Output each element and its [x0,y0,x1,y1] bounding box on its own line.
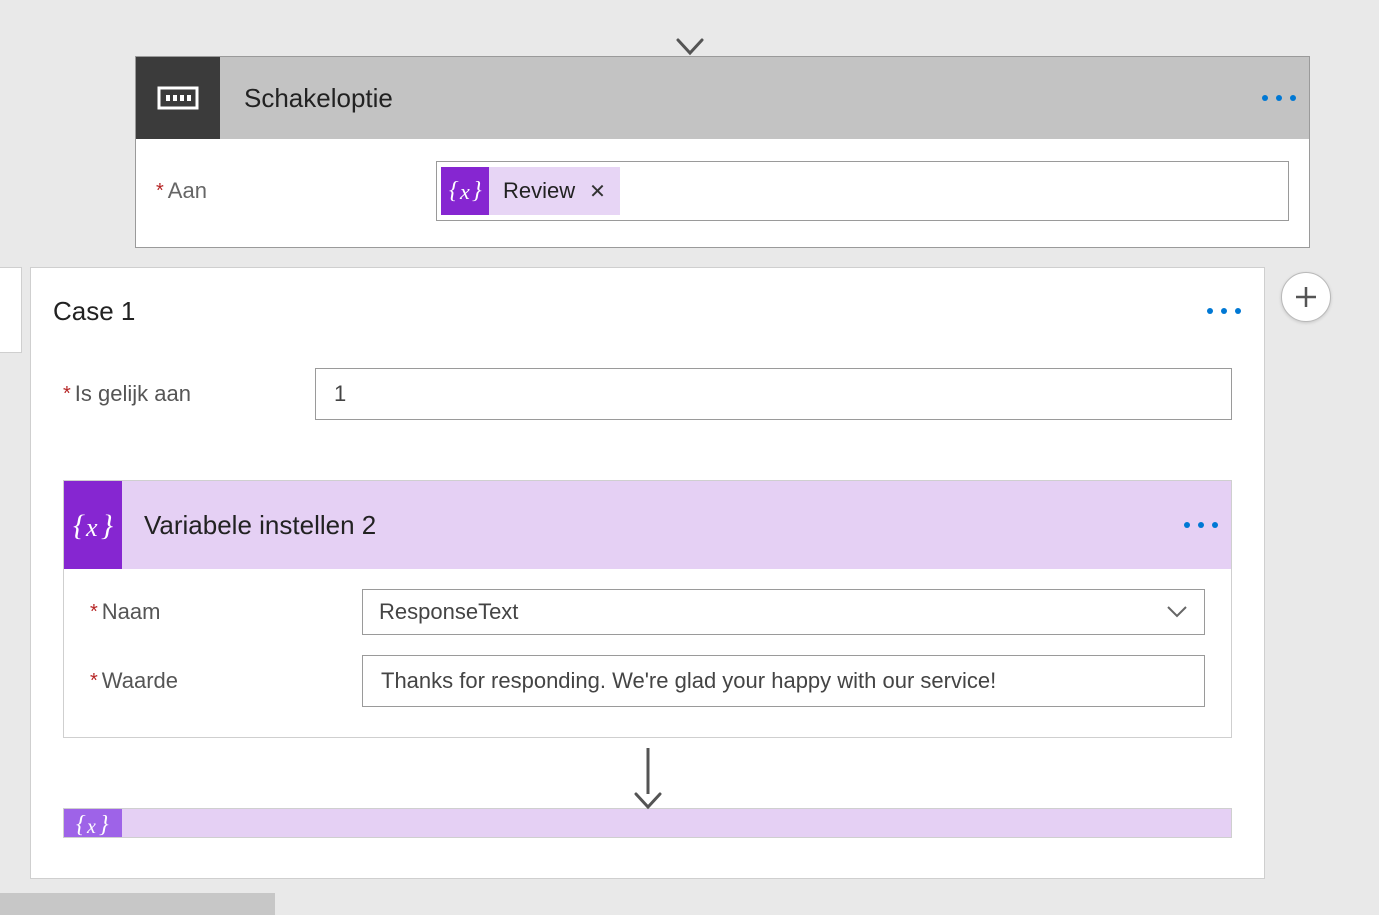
switch-on-input[interactable]: {x} Review ✕ [436,161,1289,221]
case-card: Case 1 * Is gelijk aan {x} Variabele ins… [30,267,1265,879]
case-equals-value[interactable] [332,380,1215,408]
previous-case-sliver[interactable] [0,267,22,353]
required-star-icon: * [90,670,98,693]
token-review[interactable]: {x} Review ✕ [441,167,620,215]
chevron-down-icon [1166,599,1188,625]
case-equals-input[interactable] [315,368,1232,420]
switch-icon [136,57,220,139]
add-case-button[interactable] [1281,272,1331,322]
svg-text:{: { [73,509,85,542]
required-star-icon: * [156,180,164,203]
required-star-icon: * [90,601,98,624]
var-name-select[interactable]: ResponseText [362,589,1205,635]
case-equals-label: Is gelijk aan [75,381,191,407]
required-star-icon: * [63,383,71,406]
variable-fx-icon: {x} [64,809,122,837]
svg-text:x: x [86,816,96,836]
token-label: Review [489,178,589,204]
switch-more-menu[interactable] [1249,95,1309,101]
var-value-input[interactable] [362,655,1205,707]
set-variable-card: {x} Variabele instellen 2 * Naam Respons… [63,480,1232,738]
svg-text:}: } [99,812,109,836]
svg-text:x: x [459,179,470,204]
set-variable-header[interactable]: {x} Variabele instellen 2 [64,481,1231,569]
var-name-label: Naam [102,599,161,625]
svg-text:{: { [76,812,86,836]
switch-action-card: Schakeloptie * Aan {x} Review ✕ [135,56,1310,248]
svg-text:}: } [472,178,482,204]
flow-arrow-mid [63,748,1232,808]
set-variable-more-menu[interactable] [1171,522,1231,528]
switch-header[interactable]: Schakeloptie [136,57,1309,139]
var-value-value[interactable] [379,667,1188,695]
set-variable-title: Variabele instellen 2 [122,510,1171,541]
case-header[interactable]: Case 1 [31,268,1264,354]
svg-text:{: { [449,178,459,204]
case-more-menu[interactable] [1194,308,1254,314]
flow-arrow-incoming [675,0,705,61]
token-remove-icon[interactable]: ✕ [589,179,620,204]
horizontal-scrollbar[interactable] [0,893,275,915]
variable-fx-icon: {x} [441,167,489,215]
svg-text:}: } [101,509,113,542]
switch-title: Schakeloptie [220,83,1249,114]
variable-fx-icon: {x} [64,481,122,569]
switch-on-label: Aan [168,178,207,204]
var-value-label: Waarde [102,668,178,694]
var-name-value: ResponseText [379,599,518,625]
svg-text:x: x [85,513,98,542]
case-title: Case 1 [53,296,1194,327]
